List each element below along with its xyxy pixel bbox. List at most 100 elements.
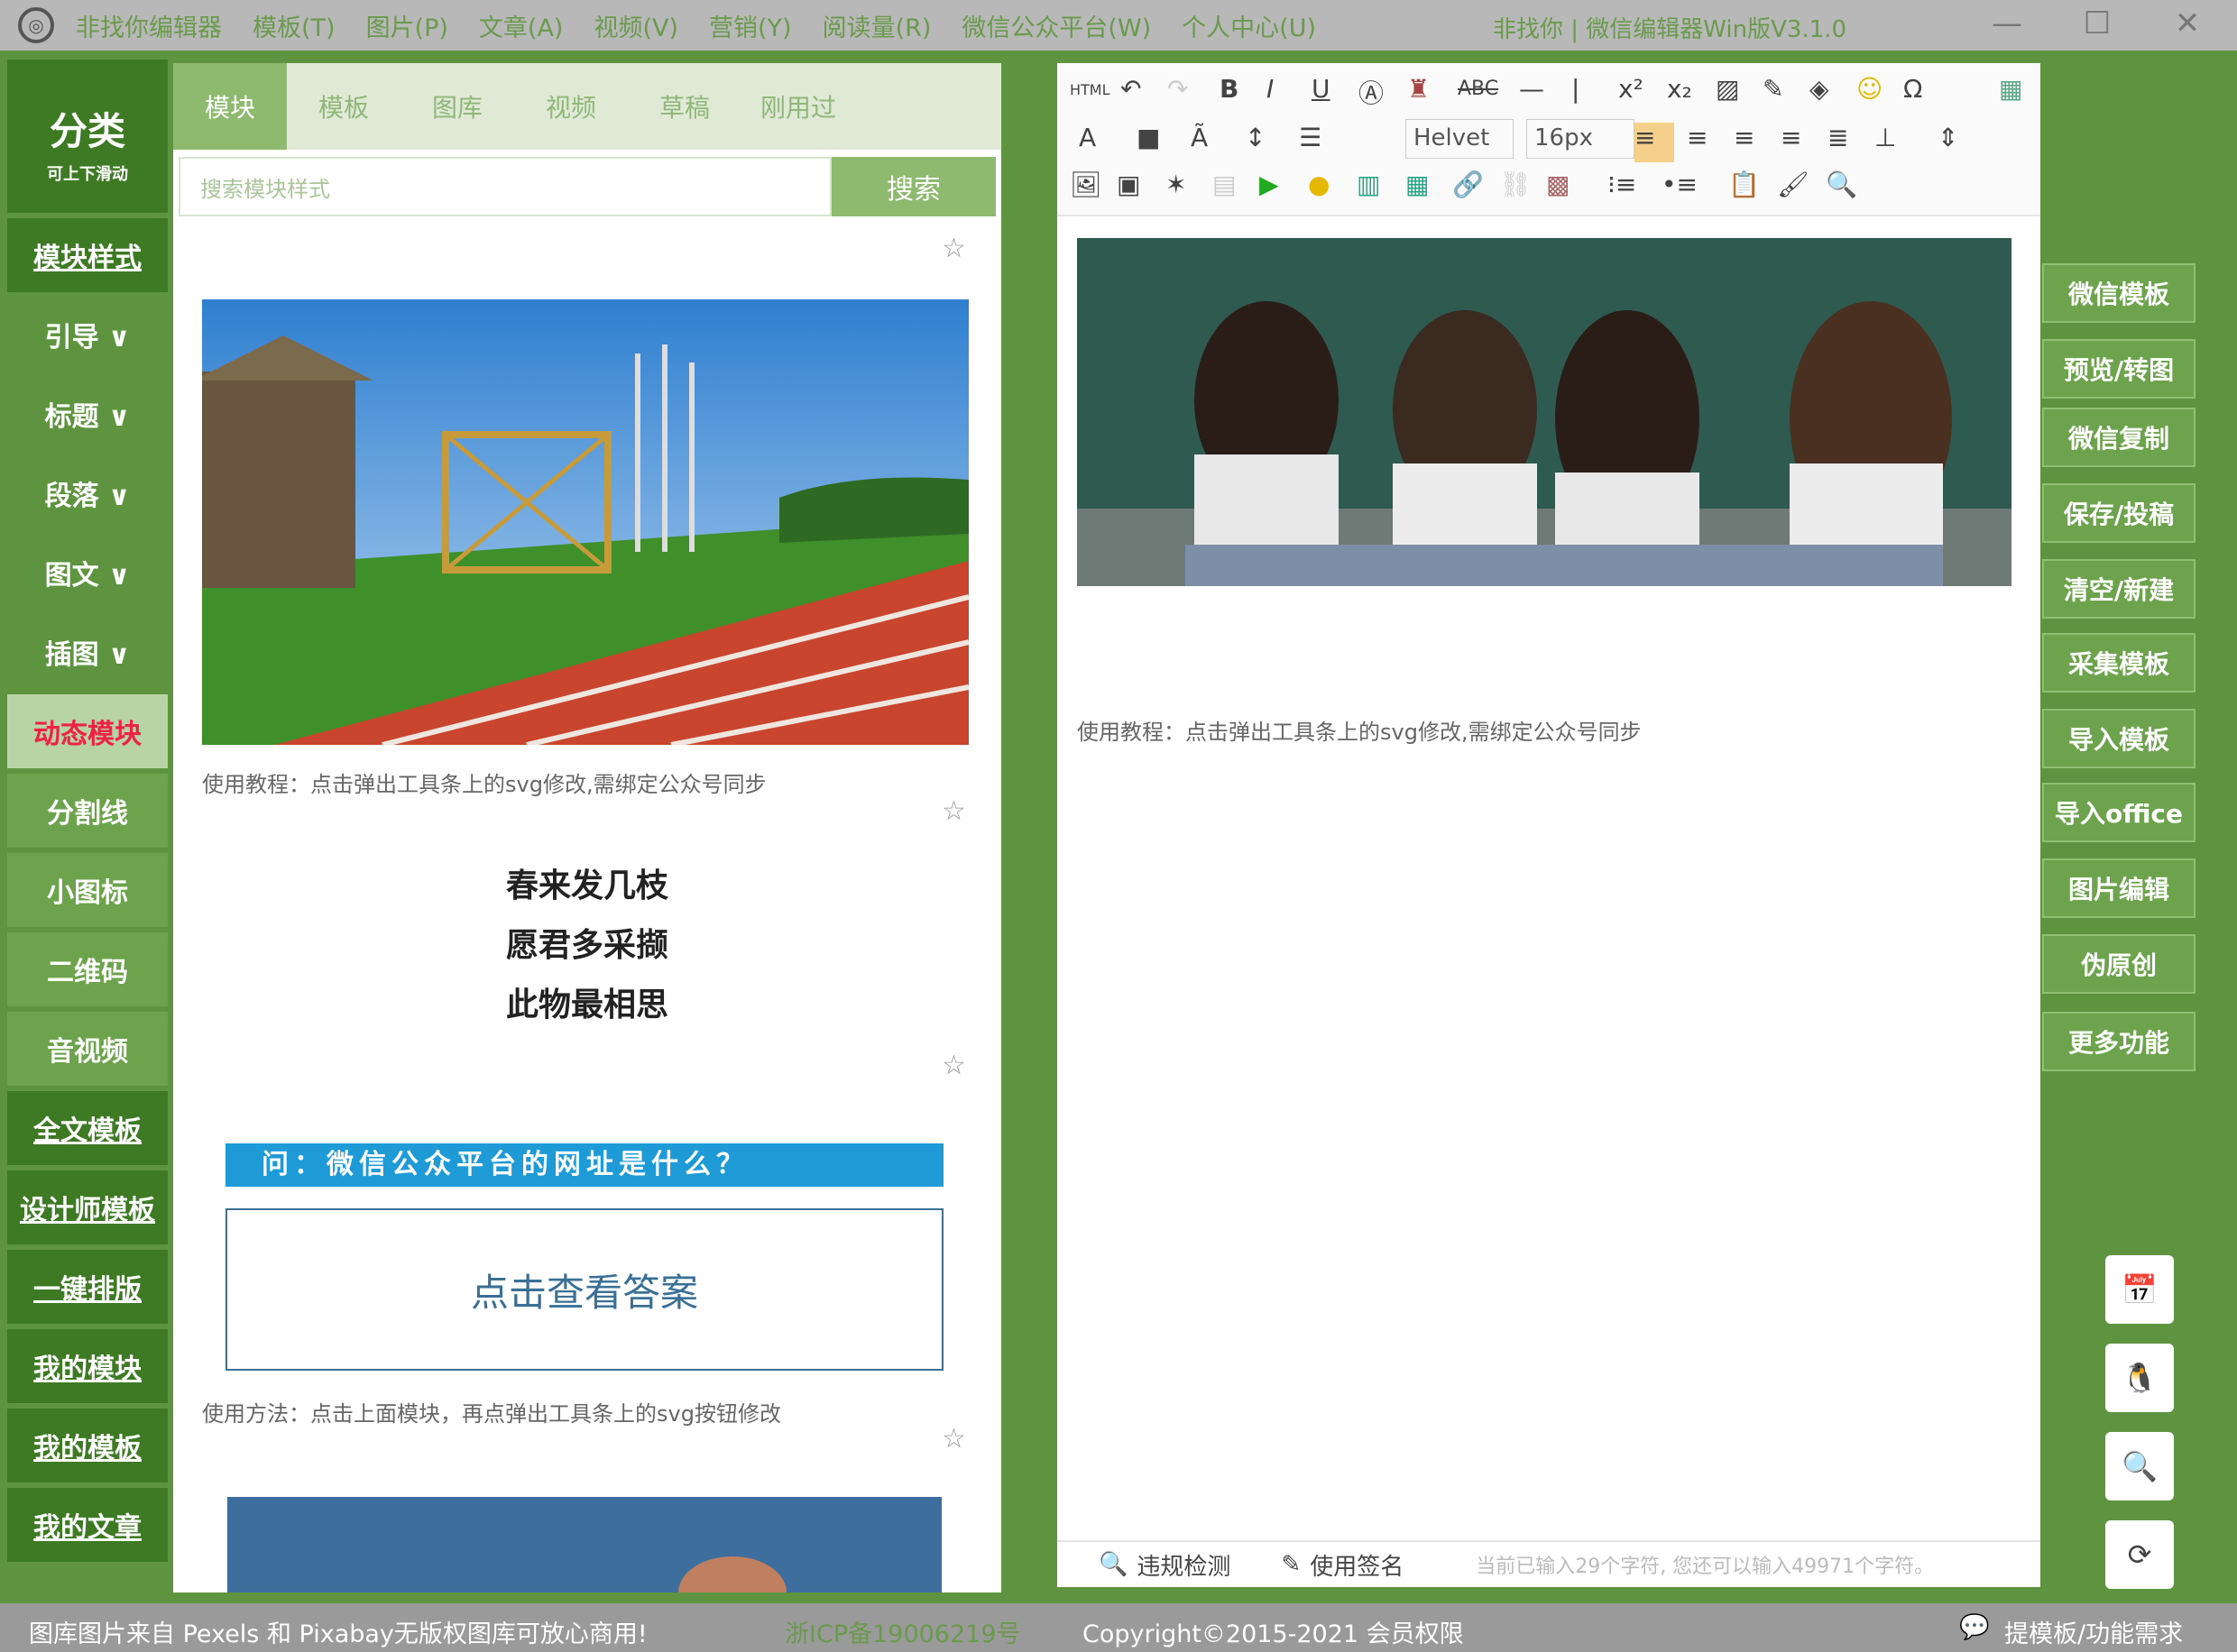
pencil-icon[interactable]: ✎ [1281,1551,1301,1578]
anchor-icon[interactable]: ▩ [1546,170,1570,199]
collect-template-button[interactable]: 采集模板 [2042,633,2196,693]
menu-item-wechat[interactable]: 微信公众平台(W) [962,8,1151,43]
sidebar-item-full-template[interactable]: 全文模板 [7,1091,168,1165]
tab-templates[interactable]: 模板 [287,63,400,150]
video-play-icon[interactable]: ▶ [1259,170,1279,199]
star-icon[interactable]: ☆ [942,1423,966,1455]
html-button[interactable]: HTML [1070,81,1110,98]
sidebar-item-my-modules[interactable]: 我的模块 [7,1329,168,1403]
font-size-icon[interactable]: Ã [1191,123,1208,152]
sidebar-item-dynamic[interactable]: 动态模块 [7,694,168,768]
screenshot-icon[interactable]: ▤ [1212,170,1236,199]
horizontal-rule-icon[interactable]: — [1519,74,1544,104]
sidebar-item-image-text[interactable]: 图文 ∨ [7,536,168,610]
align-center-icon[interactable]: ≡ [1687,123,1708,152]
preview-image[interactable] [227,1497,942,1592]
search-icon[interactable]: 🔍 [2105,1432,2174,1501]
redo-icon[interactable]: ↷ [1167,74,1188,104]
font-color-icon[interactable]: A [1079,123,1096,152]
highlight-color-icon[interactable]: ■ [1137,123,1160,152]
map-icon[interactable]: ▥ [1357,170,1380,199]
menu-item-marketing[interactable]: 营销(Y) [709,8,792,43]
import-office-button[interactable]: 导入office [2042,783,2196,842]
undo-icon[interactable]: ↶ [1120,74,1141,104]
star-icon[interactable]: ☆ [942,233,966,264]
fullscreen-icon[interactable]: ▦ [1999,74,2022,104]
question-banner[interactable]: 问：微信公众平台的网址是什么？ [226,1143,944,1187]
star-icon[interactable]: ☆ [942,1050,966,1081]
tab-videos[interactable]: 视频 [514,63,628,150]
align-right-icon[interactable]: ≡ [1734,123,1754,152]
pseudo-original-button[interactable]: 伪原创 [2042,934,2196,994]
underline-icon[interactable]: U [1312,74,1330,104]
paragraph-spacing-icon[interactable]: ⇕ [1938,123,1958,152]
calendar-icon[interactable]: 📅 [2105,1255,2174,1324]
wechat-copy-button[interactable]: 微信复制 [2042,408,2196,467]
font-border-icon[interactable]: Ⓐ [1358,74,1384,110]
search-button[interactable]: 搜索 [832,157,996,216]
paste-icon[interactable]: 📋 [1728,170,1760,199]
stadium-image[interactable] [202,299,969,745]
sidebar-item-small-icon[interactable]: 小图标 [7,853,168,927]
wechat-template-button[interactable]: 微信模板 [2042,263,2196,323]
menu-item-article[interactable]: 文章(A) [479,8,564,43]
brush-icon[interactable]: 🖌 [1777,170,1809,199]
strikethrough-icon[interactable]: ABC [1458,78,1498,100]
insert-image-icon[interactable]: 🖼 [1070,170,1102,199]
classroom-image[interactable] [1077,238,2011,586]
sidebar-item-qrcode[interactable]: 二维码 [7,932,168,1006]
menu-item-home[interactable]: 非找你编辑器 [76,8,222,43]
bold-icon[interactable]: B [1220,74,1238,104]
signature-button[interactable]: 使用签名 [1310,1548,1404,1582]
font-family-select[interactable]: Helvet [1405,119,1514,159]
menu-item-image[interactable]: 图片(P) [366,8,448,43]
minimize-button[interactable]: — [1984,5,2030,41]
special-char-icon[interactable]: Ω [1903,74,1922,104]
link-icon[interactable]: 🔗 [1452,170,1484,199]
menu-item-template[interactable]: 模板(T) [253,8,336,43]
chat-icon[interactable]: 💬 [1959,1612,1990,1641]
search-input[interactable]: 搜索模块样式 [179,157,832,216]
separator-icon[interactable]: | [1571,74,1579,104]
sidebar-item-module-style[interactable]: 模块样式 [7,218,168,292]
italic-icon[interactable]: I [1266,74,1274,104]
tab-gallery[interactable]: 图库 [400,63,514,150]
vertical-align-icon[interactable]: ⊥ [1874,123,1896,152]
table-icon[interactable]: ▦ [1405,170,1429,199]
sidebar-item-heading[interactable]: 标题 ∨ [7,377,168,451]
clear-new-button[interactable]: 清空/新建 [2042,559,2196,619]
poem-block[interactable]: 春来发几枝 愿君多采撷 此物最相思 [173,857,1001,1035]
format-painter-icon[interactable]: ♜ [1407,74,1430,104]
sidebar-item-one-click[interactable]: 一键排版 [7,1250,168,1324]
sidebar-item-divider[interactable]: 分割线 [7,774,168,848]
music-icon[interactable]: ● [1308,170,1330,199]
image-library-icon[interactable]: ▣ [1117,170,1140,199]
indent-icon[interactable]: ☰ [1299,123,1321,152]
magic-icon[interactable]: ✶ [1165,170,1186,199]
menu-item-reads[interactable]: 阅读量(R) [823,8,932,43]
close-button[interactable]: ✕ [2165,5,2210,41]
sidebar-item-designer-template[interactable]: 设计师模板 [7,1170,168,1244]
sidebar-item-paragraph[interactable]: 段落 ∨ [7,456,168,530]
search-icon[interactable]: 🔍 [1099,1551,1128,1578]
icp-link[interactable]: 浙ICP备19006219号 [785,1614,1021,1649]
align-justify-icon[interactable]: ≡ [1781,123,1801,152]
save-button[interactable]: 保存/投稿 [2042,483,2196,543]
font-size-select[interactable]: 16px [1526,119,1634,159]
line-height-icon[interactable]: ↕ [1245,123,1266,152]
find-icon[interactable]: 🔍 [1826,170,1857,199]
maximize-button[interactable]: ☐ [2075,5,2120,41]
menu-item-user[interactable]: 个人中心(U) [1182,8,1316,43]
sidebar-item-guide[interactable]: 引导 ∨ [7,298,168,372]
feedback-link[interactable]: 提模板/功能需求 [2004,1614,2183,1649]
answer-box[interactable]: 点击查看答案 [226,1208,944,1371]
text-indent-icon[interactable]: ≣ [1827,123,1848,152]
violation-check-button[interactable]: 违规检测 [1137,1548,1230,1582]
eraser-icon[interactable]: ✎ [1763,74,1783,104]
tab-drafts[interactable]: 草稿 [628,63,741,150]
sidebar-item-audio-video[interactable]: 音视频 [7,1012,168,1086]
align-left-icon[interactable]: ≡ [1634,123,1674,162]
star-icon[interactable]: ☆ [942,795,966,827]
image-edit-button[interactable]: 图片编辑 [2042,858,2196,918]
sidebar-item-my-articles[interactable]: 我的文章 [7,1488,168,1562]
